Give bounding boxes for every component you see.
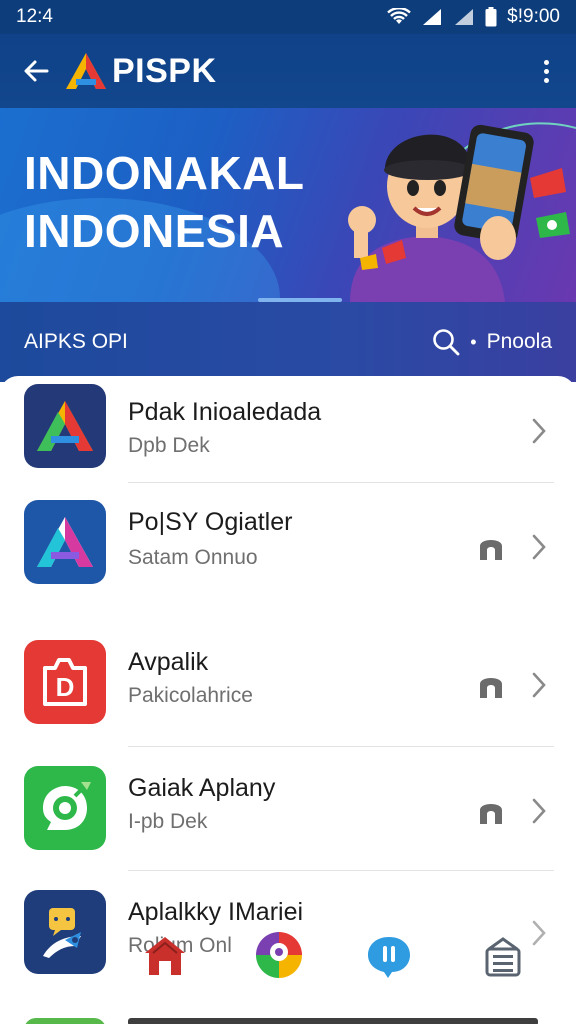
list-item[interactable]: D Avpalik Pakicolahrice xyxy=(0,638,576,734)
app-logo-icon: D xyxy=(24,640,106,724)
svg-text:D: D xyxy=(56,672,75,702)
list-item[interactable]: Gaiak Aplany I-pb Dek xyxy=(0,764,576,860)
nav-chat[interactable] xyxy=(364,932,414,982)
nav-home[interactable] xyxy=(140,930,190,980)
app-title: Po|SY Ogiatler xyxy=(128,508,293,536)
battery-icon xyxy=(485,7,497,27)
app-subtitle: Satam Onnuo xyxy=(128,546,258,569)
back-button[interactable] xyxy=(18,53,54,89)
banner-line-2: INDONESIA xyxy=(24,205,285,257)
nav-store[interactable] xyxy=(478,932,528,982)
banner-headline: INDONAKAL INDONESIA xyxy=(24,144,304,260)
signal-icon-2 xyxy=(455,9,474,25)
list-item[interactable]: Pdak Inioaledada Dpb Dek xyxy=(0,380,576,476)
arrow-left-icon xyxy=(24,60,49,82)
app-title-peek xyxy=(128,1018,538,1024)
divider xyxy=(128,870,554,871)
app-title: Avpalik xyxy=(128,648,209,676)
app-logo-icon xyxy=(66,53,106,89)
app-title: Aplalkky IMariei xyxy=(128,898,304,926)
chevron-right-icon xyxy=(532,534,546,560)
search-icon xyxy=(433,329,460,356)
banner-line-1: INDONAKAL xyxy=(24,147,305,199)
brand: PISPK xyxy=(64,51,217,91)
nav-maps[interactable] xyxy=(254,930,304,980)
search-button[interactable]: • Pnoola xyxy=(432,328,552,356)
home-icon xyxy=(145,937,185,975)
list-item[interactable]: Po|SY Ogiatler Satam Onnuo xyxy=(0,496,576,592)
app-subtitle: Dpb Dek xyxy=(128,434,210,457)
app-logo-icon xyxy=(24,766,106,850)
chevron-right-icon xyxy=(532,672,546,698)
status-text: $!9:00 xyxy=(507,6,560,27)
mascot-illustration-icon xyxy=(348,122,576,302)
app-title: Pdak Inioaledada xyxy=(128,398,322,426)
app-title: Gaiak Aplany xyxy=(128,774,276,802)
section-label: AIPKS OPI xyxy=(24,330,128,353)
chat-icon xyxy=(368,937,410,978)
section-bar: AIPKS OPI • Pnoola xyxy=(0,302,576,382)
list-item-peek[interactable] xyxy=(0,1010,576,1024)
chevron-right-icon xyxy=(532,798,546,824)
user-badge-icon xyxy=(480,678,502,698)
signal-icon xyxy=(423,9,442,25)
app-title: PISPK xyxy=(112,51,217,90)
separator-dot: • xyxy=(470,331,477,352)
user-badge-icon xyxy=(480,804,502,824)
divider xyxy=(128,482,554,483)
status-time: 12:4 xyxy=(16,6,53,27)
divider xyxy=(128,746,554,747)
bottom-navigation xyxy=(0,924,576,984)
maps-icon xyxy=(256,932,302,978)
chevron-right-icon xyxy=(532,418,546,444)
promo-banner[interactable]: INDONAKAL INDONESIA xyxy=(0,108,576,302)
app-logo-icon xyxy=(24,1018,106,1024)
app-subtitle: Pakicolahrice xyxy=(128,684,253,707)
user-badge-icon xyxy=(480,540,502,560)
app-subtitle: I-pb Dek xyxy=(128,810,208,833)
more-options-button[interactable] xyxy=(534,51,558,91)
search-label: Pnoola xyxy=(486,330,552,353)
store-icon xyxy=(485,937,521,977)
status-icons: $!9:00 xyxy=(387,6,560,28)
status-bar: 12:4 $!9:00 xyxy=(0,0,576,34)
app-logo-icon xyxy=(24,500,106,584)
wifi-icon xyxy=(387,8,411,24)
app-logo-icon xyxy=(24,384,106,468)
app-bar: PISPK xyxy=(0,34,576,108)
